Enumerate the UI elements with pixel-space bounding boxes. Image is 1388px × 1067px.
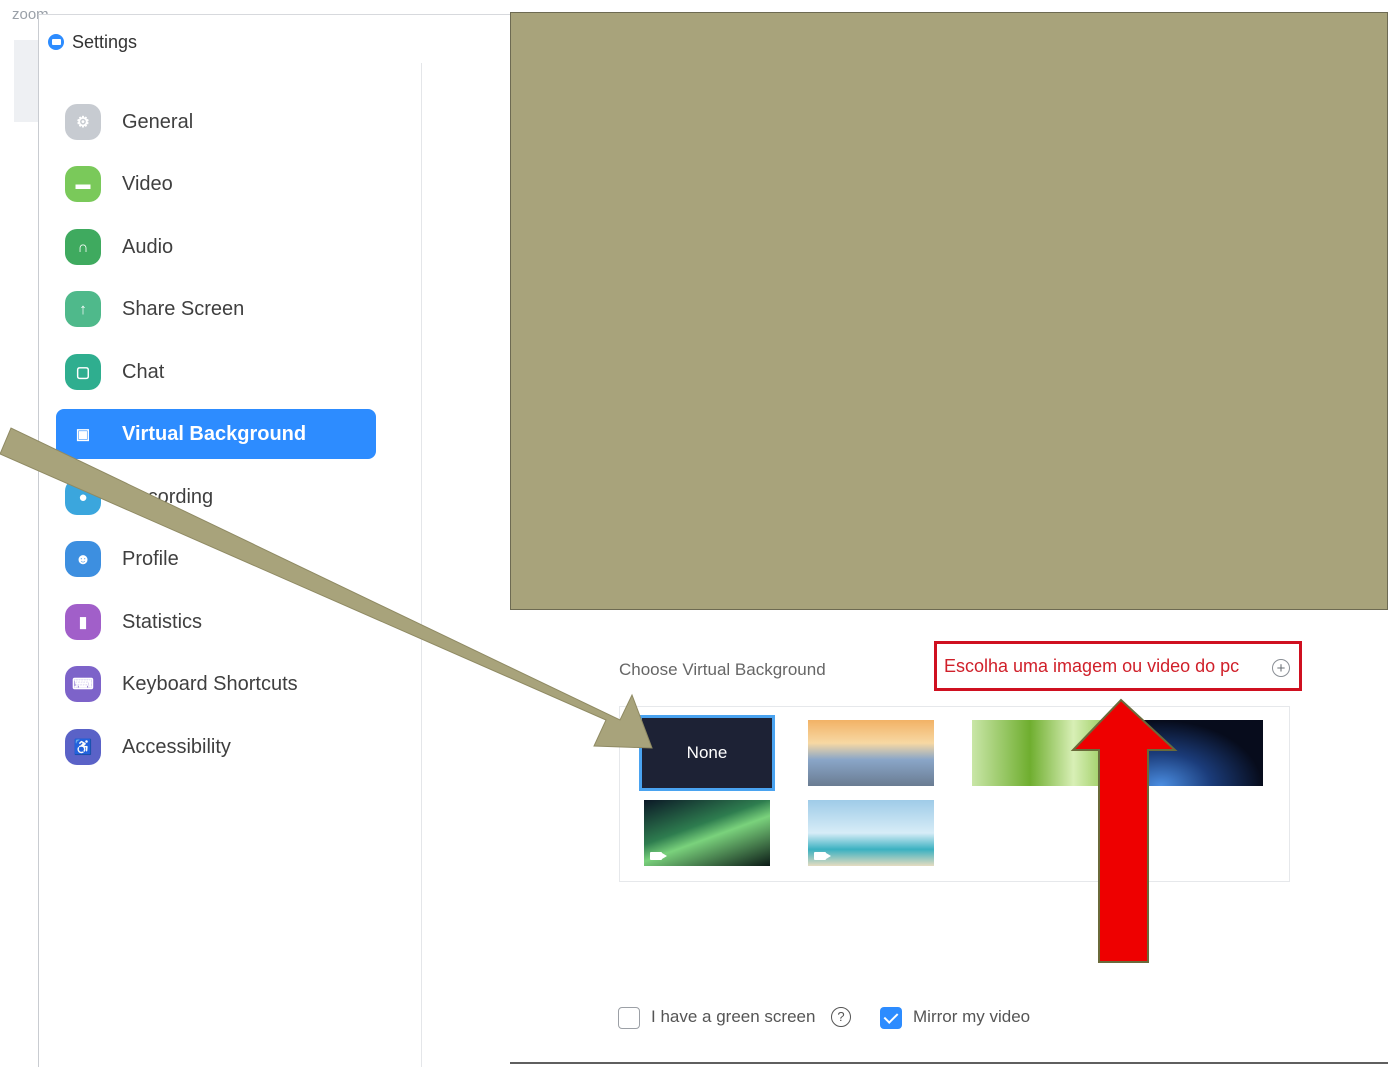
sidebar-item-accessibility[interactable]: ♿ Accessibility <box>56 722 376 772</box>
background-grass[interactable] <box>972 720 1117 786</box>
accessibility-icon: ♿ <box>65 729 101 765</box>
background-golden-gate-bridge[interactable] <box>808 720 934 786</box>
sidebar-item-label: Keyboard Shortcuts <box>122 672 298 695</box>
sidebar-item-recording[interactable]: ● Recording <box>56 472 376 522</box>
gear-icon: ⚙ <box>65 104 101 140</box>
sidebar-item-label: Virtual Background <box>122 422 307 445</box>
sidebar-item-video[interactable]: ▬ Video <box>56 159 376 209</box>
profile-icon: ☻ <box>65 541 101 577</box>
sidebar-item-profile[interactable]: ☻ Profile <box>56 534 376 584</box>
headphones-icon: ∩ <box>65 229 101 265</box>
keyboard-icon: ⌨ <box>65 666 101 702</box>
sidebar-item-audio[interactable]: ∩ Audio <box>56 222 376 272</box>
background-aurora[interactable] <box>644 800 770 866</box>
sidebar-item-label: General <box>122 110 194 133</box>
sidebar-item-label: Video <box>122 172 173 195</box>
video-icon: ▬ <box>65 166 101 202</box>
window-title: Settings <box>72 32 138 52</box>
mirror-video-checkbox[interactable] <box>880 1007 902 1029</box>
record-icon: ● <box>65 479 101 515</box>
statistics-icon: ▮ <box>65 604 101 640</box>
sidebar-item-label: Profile <box>122 547 179 570</box>
sidebar-item-label: Recording <box>122 485 214 508</box>
video-camera-icon <box>814 852 831 860</box>
green-screen-checkbox[interactable] <box>618 1007 640 1029</box>
background-window-strip <box>14 40 38 122</box>
sidebar-item-chat[interactable]: ▢ Chat <box>56 347 376 397</box>
sidebar-item-share-screen[interactable]: ↑ Share Screen <box>56 284 376 334</box>
plus-icon[interactable]: + <box>1272 659 1290 677</box>
background-earth-from-space[interactable] <box>1117 720 1263 786</box>
sidebar-item-label: Statistics <box>122 610 203 633</box>
sidebar-item-label: Audio <box>122 235 174 258</box>
chat-icon: ▢ <box>65 354 101 390</box>
settings-sidebar: ⚙ General ▬ Video ∩ Audio ↑ Share Screen… <box>39 63 422 1067</box>
green-screen-label: I have a green screen <box>651 1007 816 1026</box>
bottom-divider <box>510 1062 1388 1064</box>
video-preview <box>510 12 1388 610</box>
background-none-option[interactable]: None <box>639 715 775 791</box>
sidebar-item-label: Accessibility <box>122 735 231 758</box>
zoom-app-icon <box>48 34 64 50</box>
background-none-label: None <box>686 743 728 762</box>
background-beach[interactable] <box>808 800 934 866</box>
sidebar-item-label: Share Screen <box>122 297 245 320</box>
sidebar-item-general[interactable]: ⚙ General <box>56 97 376 147</box>
help-icon[interactable]: ? <box>831 1007 851 1027</box>
sidebar-item-keyboard-shortcuts[interactable]: ⌨ Keyboard Shortcuts <box>56 659 376 709</box>
person-icon: ▣ <box>75 426 91 443</box>
sidebar-item-virtual-background[interactable]: ▣ Virtual Background <box>56 409 376 459</box>
add-image-or-video-label: Escolha uma imagem ou video do pc <box>944 655 1240 676</box>
mirror-video-label: Mirror my video <box>913 1007 1031 1026</box>
choose-virtual-background-label: Choose Virtual Background <box>619 660 826 679</box>
share-screen-icon: ↑ <box>65 291 101 327</box>
sidebar-item-statistics[interactable]: ▮ Statistics <box>56 597 376 647</box>
sidebar-item-label: Chat <box>122 360 165 383</box>
add-image-or-video-button[interactable]: Escolha uma imagem ou video do pc + <box>934 641 1302 691</box>
video-camera-icon <box>650 852 667 860</box>
